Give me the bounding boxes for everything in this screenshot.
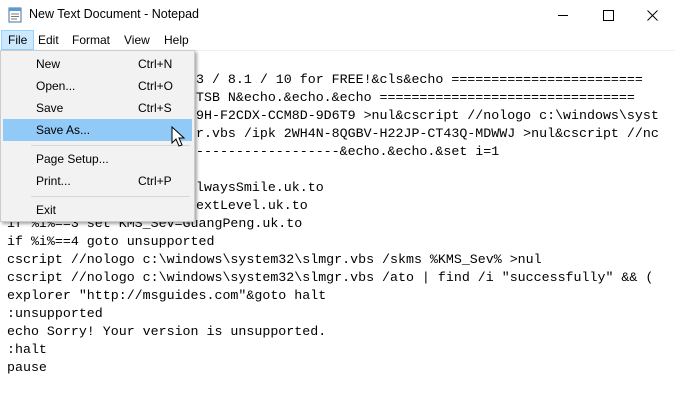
- menu-bar: File Edit Format View Help: [0, 30, 675, 51]
- menu-file[interactable]: File: [1, 30, 35, 50]
- menu-item-page-setup[interactable]: Page Setup...: [3, 148, 192, 170]
- menu-item-shortcut: Ctrl+S: [138, 101, 172, 115]
- editor-line: cscript //nologo c:\windows\system32\slm…: [7, 270, 654, 285]
- editor-line: lwaysSmile.uk.to: [196, 180, 324, 195]
- menu-item-label: Save: [36, 101, 64, 115]
- minimize-icon: [558, 14, 568, 16]
- editor-line: ------------------&echo.&echo.&set i=1: [196, 144, 500, 159]
- file-menu-dropdown: New Ctrl+N Open... Ctrl+O Save Ctrl+S Sa…: [0, 50, 195, 222]
- title-bar: New Text Document - Notepad: [0, 0, 675, 30]
- menu-item-label: Print...: [36, 174, 71, 188]
- editor-line: :unsupported: [7, 306, 103, 321]
- menu-item-exit[interactable]: Exit: [3, 199, 192, 221]
- close-button[interactable]: [630, 0, 675, 30]
- editor-line: extLevel.uk.to: [196, 198, 308, 213]
- menu-item-save-as[interactable]: Save As...: [3, 119, 192, 141]
- menu-item-label: Exit: [36, 203, 57, 217]
- maximize-button[interactable]: [586, 0, 631, 30]
- menu-help[interactable]: Help: [158, 30, 195, 50]
- menu-item-shortcut: Ctrl+P: [138, 174, 172, 188]
- close-icon: [647, 9, 658, 21]
- editor-line: :halt: [7, 342, 47, 357]
- menu-item-label: Page Setup...: [36, 152, 109, 166]
- notepad-icon: [8, 7, 22, 23]
- editor-line: TSB N&echo.&echo.&echo =================…: [196, 90, 635, 105]
- menu-item-label: New: [36, 57, 61, 71]
- menu-item-open[interactable]: Open... Ctrl+O: [3, 75, 192, 97]
- menu-item-print[interactable]: Print... Ctrl+P: [3, 170, 192, 192]
- editor-line: pause: [7, 360, 47, 375]
- editor-line: 3 / 8.1 / 10 for FREE!&cls&echo ========…: [196, 72, 643, 87]
- menu-view[interactable]: View: [118, 30, 156, 50]
- editor-line: echo Sorry! Your version is unsupported.: [7, 324, 327, 339]
- menu-separator: [31, 145, 190, 146]
- menu-edit[interactable]: Edit: [32, 30, 65, 50]
- menu-item-new[interactable]: New Ctrl+N: [3, 53, 192, 75]
- menu-format[interactable]: Format: [66, 30, 116, 50]
- minimize-button[interactable]: [541, 0, 586, 30]
- menu-item-label: Save As...: [36, 123, 91, 137]
- menu-item-shortcut: Ctrl+O: [138, 79, 174, 93]
- menu-item-save[interactable]: Save Ctrl+S: [3, 97, 192, 119]
- editor-line: r.vbs /ipk 2WH4N-8QGBV-H22JP-CT43Q-MDWWJ…: [196, 126, 659, 141]
- menu-item-label: Open...: [36, 79, 76, 93]
- editor-line: if %i%==4 goto unsupported: [7, 234, 215, 249]
- editor-line: cscript //nologo c:\windows\system32\slm…: [7, 252, 542, 267]
- editor-line: explorer "http://msguides.com"&goto halt: [7, 288, 327, 303]
- editor-line: 9H-F2CDX-CCM8D-9D6T9 >nul&cscript //nolo…: [196, 108, 659, 123]
- mouse-pointer-icon: [171, 126, 186, 147]
- menu-item-shortcut: Ctrl+N: [138, 57, 173, 71]
- menu-separator: [31, 196, 190, 197]
- maximize-icon: [603, 9, 614, 21]
- window-title: New Text Document - Notepad: [29, 7, 199, 21]
